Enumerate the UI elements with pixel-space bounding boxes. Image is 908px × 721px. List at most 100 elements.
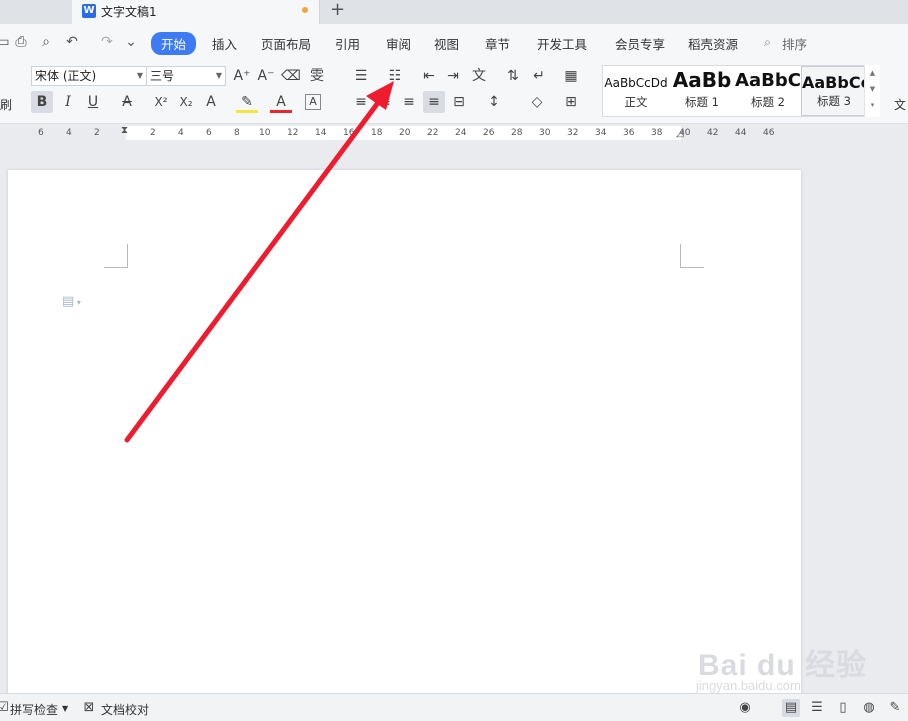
- underline-button[interactable]: U: [82, 91, 104, 113]
- document-proofread-button[interactable]: 文档校对: [101, 701, 149, 718]
- strikethrough-button[interactable]: A: [116, 91, 138, 113]
- ruler-number: 10: [259, 128, 271, 138]
- document-page[interactable]: ▤ ▾: [8, 170, 801, 700]
- tab-home[interactable]: 开始: [151, 32, 197, 55]
- ruler-number: 44: [735, 128, 747, 138]
- distribute-icon[interactable]: ⊟: [448, 91, 470, 113]
- paragraph-layout-icon[interactable]: ▤ ▾: [62, 294, 81, 309]
- ruler-number: 28: [511, 128, 523, 138]
- menu-bar: ▭ ⎙ ⌕ ↶ ↷ ⌄ 开始 插入 页面布局 引用 审阅 视图 章节 开发工具 …: [0, 24, 908, 60]
- italic-button[interactable]: I: [57, 91, 79, 113]
- spell-check-button[interactable]: 拼写检查: [10, 701, 58, 718]
- reading-view-icon[interactable]: ▯: [834, 699, 852, 717]
- tab-page-layout[interactable]: 页面布局: [261, 34, 311, 53]
- decrease-indent-icon[interactable]: ⇤: [418, 65, 440, 87]
- chevron-down-icon[interactable]: ▼: [62, 704, 68, 713]
- style-heading-3[interactable]: AaBbCc 标题 3: [801, 66, 867, 116]
- chevron-down-icon[interactable]: ▼: [865, 81, 880, 97]
- style-name: 正文: [624, 95, 648, 109]
- ruler-number: 6: [38, 128, 44, 138]
- increase-indent-icon[interactable]: ⇥: [442, 65, 464, 87]
- ruler-number: 4: [178, 128, 184, 138]
- search-icon[interactable]: ⌕: [764, 34, 771, 50]
- superscript-button[interactable]: X²: [150, 91, 172, 113]
- web-view-icon[interactable]: ◍: [860, 699, 878, 717]
- tab-member[interactable]: 会员专享: [615, 34, 665, 53]
- subscript-button[interactable]: X₂: [175, 91, 197, 113]
- outline-view-icon[interactable]: ☰: [808, 699, 826, 717]
- numbering-icon[interactable]: ☷: [384, 65, 406, 87]
- chinese-layout-icon[interactable]: 文: [468, 65, 490, 87]
- page-view-icon[interactable]: ▤: [782, 699, 800, 717]
- right-indent-marker-icon[interactable]: ◿: [676, 128, 684, 139]
- clear-format-icon[interactable]: ⌫: [280, 65, 302, 87]
- align-center-icon[interactable]: ≡: [374, 91, 396, 113]
- bullets-icon[interactable]: ☰: [350, 65, 372, 87]
- character-border-button[interactable]: A: [302, 91, 324, 113]
- tab-docer-resources[interactable]: 稻壳资源: [688, 34, 738, 53]
- tab-view[interactable]: 视图: [434, 34, 459, 53]
- save-icon[interactable]: ▭: [0, 33, 12, 51]
- align-right-icon[interactable]: ≡: [398, 91, 420, 113]
- eye-protection-icon[interactable]: ◉: [736, 699, 754, 717]
- chevron-down-icon: ▼: [215, 71, 222, 80]
- new-tab-icon[interactable]: +: [330, 0, 345, 20]
- search-command-label[interactable]: 排序: [782, 34, 807, 53]
- show-marks-icon[interactable]: ↵: [528, 65, 550, 87]
- tab-insert[interactable]: 插入: [212, 34, 237, 53]
- chevron-up-icon[interactable]: ▲: [865, 65, 880, 81]
- borders-icon[interactable]: ⊞: [560, 91, 582, 113]
- style-heading-2[interactable]: AaBbC 标题 2: [735, 66, 801, 116]
- pen-icon[interactable]: ✎: [886, 699, 904, 717]
- more-styles-icon[interactable]: ▾: [865, 97, 880, 113]
- line-spacing-icon[interactable]: ↕: [483, 91, 505, 113]
- baidu-jingyan-watermark: Bai du 经验 jingyan.baidu.com: [696, 640, 896, 700]
- shrink-font-icon[interactable]: A⁻: [255, 65, 277, 87]
- align-left-icon[interactable]: ≡: [350, 91, 372, 113]
- font-name-select[interactable]: 宋体 (正文) ▼: [31, 66, 147, 86]
- tab-references[interactable]: 引用: [335, 34, 360, 53]
- tab-review[interactable]: 审阅: [386, 34, 411, 53]
- ruler-number: 42: [707, 128, 719, 138]
- style-heading-1[interactable]: AaBb 标题 1: [669, 66, 735, 116]
- styles-gallery: AaBbCcDd 正文 AaBb 标题 1 AaBbC 标题 2 AaBbCc …: [602, 65, 880, 117]
- redo-icon[interactable]: ↷: [98, 33, 116, 51]
- ruler-number: 38: [651, 128, 663, 138]
- phonetic-guide-icon[interactable]: 雯: [306, 65, 328, 87]
- home-ribbon: 刷 宋体 (正文) ▼ 三号 ▼ A⁺ A⁻ ⌫ 雯 B I U A X² X₂…: [0, 60, 908, 124]
- ruler-number: 12: [287, 128, 299, 138]
- style-normal[interactable]: AaBbCcDd 正文: [603, 66, 669, 116]
- style-sample: AaBbCcDd: [604, 76, 668, 90]
- styles-scroll[interactable]: ▲ ▼ ▾: [864, 65, 880, 117]
- ruler-number: 30: [539, 128, 551, 138]
- font-size-select[interactable]: 三号 ▼: [146, 66, 226, 86]
- bold-button[interactable]: B: [31, 91, 53, 113]
- customize-toolbar-icon[interactable]: ⌄: [122, 33, 140, 51]
- highlight-icon[interactable]: ✎: [236, 91, 258, 113]
- horizontal-ruler: 6 4 2 ⧗ 2 4 6 8 10 12 14 16 18 20 22 24 26 28 30 32 34 36…: [0, 125, 908, 145]
- style-name: 标题 3: [817, 94, 851, 108]
- shading-icon[interactable]: ◇: [526, 91, 548, 113]
- proofread-icon[interactable]: ⊠: [80, 699, 98, 717]
- text-effect-button[interactable]: A: [200, 91, 222, 113]
- print-icon[interactable]: ⎙: [12, 33, 30, 51]
- grow-font-icon[interactable]: A⁺: [231, 65, 253, 87]
- document-tab[interactable]: W 文字文稿1: [72, 0, 320, 24]
- tab-chapter[interactable]: 章节: [485, 34, 510, 53]
- print-preview-icon[interactable]: ⌕: [37, 33, 55, 51]
- ruler-number: 6: [206, 128, 212, 138]
- ruler-number: 8: [234, 128, 240, 138]
- font-color-button[interactable]: A: [270, 91, 292, 113]
- table-icon[interactable]: ▦: [560, 65, 582, 87]
- indent-marker-icon[interactable]: ⧗: [121, 125, 128, 136]
- undo-icon[interactable]: ↶: [63, 33, 81, 51]
- document-tab-title: 文字文稿1: [101, 5, 157, 19]
- ruler-number: 46: [763, 128, 775, 138]
- format-painter-label[interactable]: 刷: [0, 96, 12, 113]
- tab-developer[interactable]: 开发工具: [537, 34, 587, 53]
- sort-icon[interactable]: ⇅: [502, 65, 524, 87]
- document-canvas: ▤ ▾: [0, 145, 908, 700]
- text-tools-label[interactable]: 文: [894, 96, 906, 113]
- margin-corner-top-left: [104, 244, 128, 268]
- justify-icon[interactable]: ≡: [423, 91, 445, 113]
